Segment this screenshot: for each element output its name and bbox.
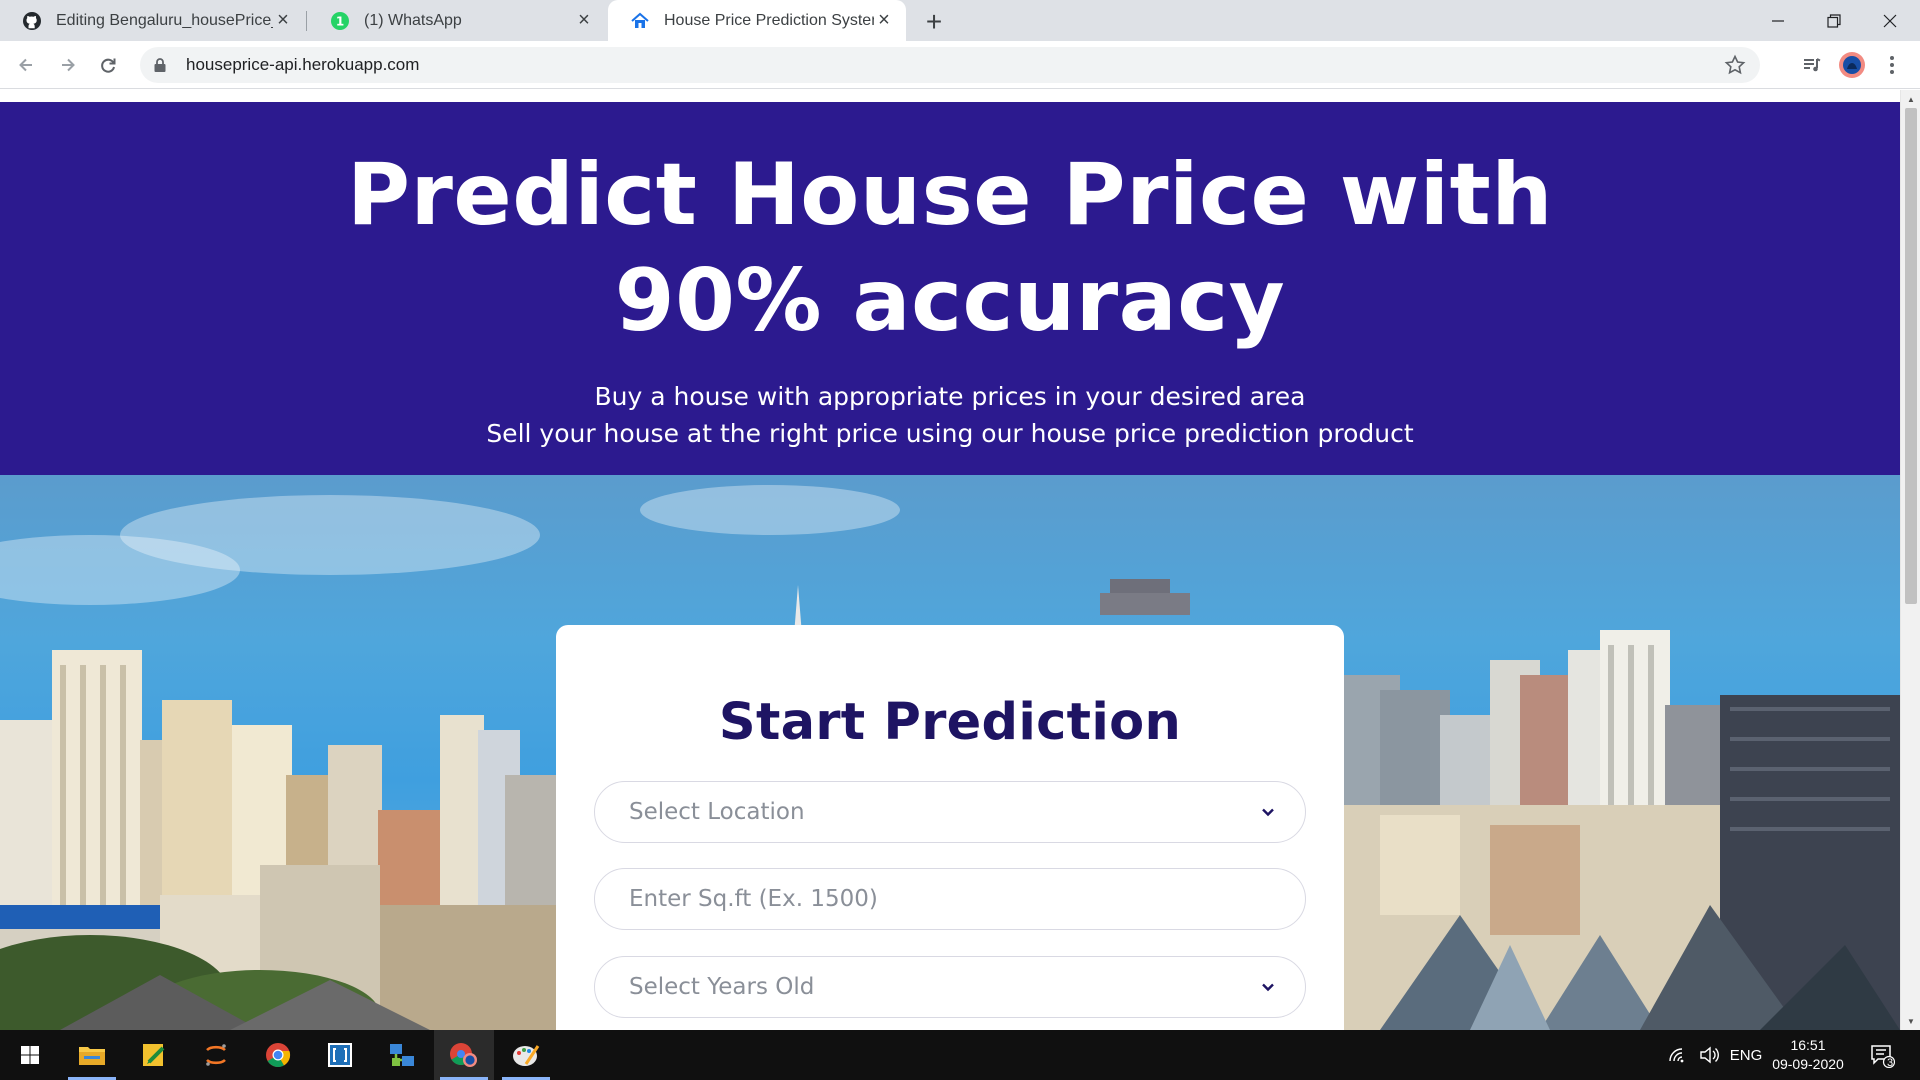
browser-toolbar: houseprice-api.herokuapp.com bbox=[0, 41, 1920, 89]
sqft-input[interactable]: Enter Sq.ft (Ex. 1500) bbox=[594, 868, 1306, 930]
hero-title: Predict House Price with 90% accuracy bbox=[0, 142, 1900, 354]
windows-start-icon[interactable] bbox=[0, 1030, 60, 1080]
chrome-icon[interactable] bbox=[248, 1030, 308, 1080]
network-app-icon[interactable] bbox=[372, 1030, 432, 1080]
media-control-icon[interactable] bbox=[1796, 49, 1828, 81]
svg-text:1: 1 bbox=[336, 14, 344, 28]
address-bar[interactable]: houseprice-api.herokuapp.com bbox=[140, 47, 1760, 83]
volume-icon[interactable] bbox=[1692, 1030, 1726, 1080]
hero-subtitle-line1: Buy a house with appropriate prices in y… bbox=[594, 382, 1306, 411]
scroll-up-arrow-icon[interactable]: ▲ bbox=[1901, 90, 1920, 108]
lock-icon bbox=[152, 57, 168, 73]
location-select-value: Select Location bbox=[629, 799, 805, 825]
close-icon[interactable]: × bbox=[574, 9, 594, 31]
hero-subtitle: Buy a house with appropriate prices in y… bbox=[0, 378, 1900, 452]
language-indicator[interactable]: ENG bbox=[1726, 1030, 1766, 1080]
hero-title-line2: 90% accuracy bbox=[614, 251, 1286, 351]
right-skyline bbox=[1340, 630, 1900, 1030]
years-old-select[interactable]: Select Years Old bbox=[594, 956, 1306, 1018]
hero-subtitle-line2: Sell your house at the right price using… bbox=[486, 419, 1414, 448]
minimize-button[interactable] bbox=[1750, 0, 1806, 41]
wifi-icon[interactable] bbox=[1662, 1030, 1692, 1080]
sticky-notes-icon[interactable] bbox=[124, 1030, 184, 1080]
page-scrollbar[interactable]: ▲ ▼ bbox=[1900, 90, 1920, 1030]
github-icon bbox=[22, 11, 42, 31]
file-explorer-icon[interactable] bbox=[62, 1030, 122, 1080]
profile-avatar[interactable] bbox=[1836, 49, 1868, 81]
tab-github[interactable]: Editing Bengaluru_housePrice_m × bbox=[0, 0, 305, 41]
chrome-window-icon[interactable] bbox=[434, 1030, 494, 1080]
jupyter-icon[interactable] bbox=[186, 1030, 246, 1080]
prediction-form-card: Start Prediction Select Location Enter S… bbox=[556, 625, 1344, 1030]
distant-building bbox=[1100, 579, 1190, 615]
chevron-down-icon bbox=[1257, 976, 1279, 998]
cloud bbox=[640, 485, 900, 535]
bookmark-star-icon[interactable] bbox=[1724, 54, 1746, 76]
left-skyline bbox=[0, 650, 560, 1030]
years-old-select-value: Select Years Old bbox=[629, 974, 815, 1000]
paint-icon[interactable] bbox=[496, 1030, 556, 1080]
chevron-down-icon bbox=[1257, 801, 1279, 823]
windows-taskbar: ENG 16:51 09-09-2020 3 bbox=[0, 1030, 1920, 1080]
scrollbar-thumb[interactable] bbox=[1905, 108, 1917, 604]
brackets-editor-icon[interactable] bbox=[310, 1030, 370, 1080]
hero-banner: Predict House Price with 90% accuracy Bu… bbox=[0, 102, 1900, 475]
notification-count-badge: 3 bbox=[1887, 1057, 1894, 1069]
location-select[interactable]: Select Location bbox=[594, 781, 1306, 843]
close-icon[interactable]: × bbox=[874, 9, 894, 31]
tab-separator bbox=[306, 11, 307, 31]
reload-button[interactable] bbox=[92, 49, 124, 81]
house-icon bbox=[630, 11, 650, 31]
browser-tab-bar: Editing Bengaluru_housePrice_m × 1 (1) W… bbox=[0, 0, 1920, 41]
page-viewport: Predict House Price with 90% accuracy Bu… bbox=[0, 90, 1900, 1030]
new-tab-button[interactable]: + bbox=[920, 6, 948, 37]
tab-label: Editing Bengaluru_housePrice_m bbox=[56, 11, 273, 29]
hero-title-line1: Predict House Price with bbox=[346, 145, 1553, 245]
tab-label: House Price Prediction System bbox=[664, 11, 874, 29]
menu-dots-icon[interactable] bbox=[1876, 49, 1908, 81]
tab-label: (1) WhatsApp bbox=[364, 11, 462, 29]
sqft-input-placeholder: Enter Sq.ft (Ex. 1500) bbox=[629, 886, 878, 912]
clock-date: 09-09-2020 bbox=[1772, 1056, 1844, 1072]
system-clock[interactable]: 16:51 09-09-2020 bbox=[1766, 1036, 1850, 1074]
close-icon[interactable]: × bbox=[273, 9, 293, 31]
notification-center-icon[interactable]: 3 bbox=[1862, 1030, 1902, 1080]
restore-button[interactable] bbox=[1806, 0, 1862, 41]
tab-whatsapp[interactable]: 1 (1) WhatsApp × bbox=[308, 0, 606, 41]
forward-button[interactable] bbox=[52, 49, 84, 81]
scroll-down-arrow-icon[interactable]: ▼ bbox=[1901, 1012, 1920, 1030]
back-button[interactable] bbox=[10, 49, 42, 81]
tab-house-price[interactable]: House Price Prediction System × bbox=[608, 0, 906, 41]
close-window-button[interactable] bbox=[1862, 0, 1918, 41]
url-text: houseprice-api.herokuapp.com bbox=[186, 55, 420, 74]
form-title: Start Prediction bbox=[718, 693, 1182, 752]
clock-time: 16:51 bbox=[1790, 1037, 1826, 1053]
whatsapp-icon: 1 bbox=[330, 11, 350, 31]
